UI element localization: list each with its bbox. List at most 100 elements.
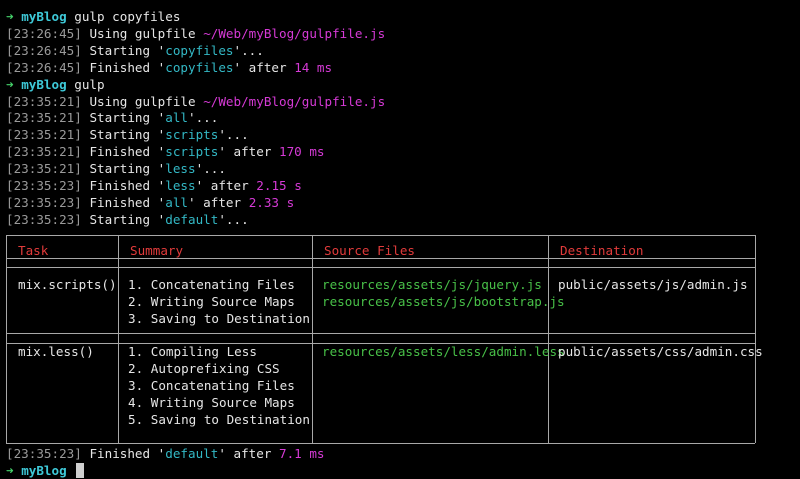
table-header-destination: Destination xyxy=(560,243,644,258)
table-source-file: resources/assets/js/bootstrap.js xyxy=(322,293,565,309)
log-line: [23:35:21] Finished 'scripts' after 170 … xyxy=(6,143,325,160)
prompt-directory: myBlog xyxy=(21,463,67,478)
table-header-source-files: Source Files xyxy=(324,243,415,258)
log-timestamp: 23:35:21 xyxy=(13,93,75,109)
log-value: 2.15 s xyxy=(256,178,302,193)
log-text: Finished ' xyxy=(81,446,166,461)
log-timestamp: 23:35:23 xyxy=(13,446,75,461)
table-source-file: resources/assets/js/jquery.js xyxy=(322,277,542,292)
log-text: Starting ' xyxy=(81,127,166,143)
log-timestamp: 23:35:21 xyxy=(13,127,75,143)
log-text: Starting ' xyxy=(81,110,166,126)
log-value: 2.33 s xyxy=(248,194,295,210)
log-text: '... xyxy=(233,42,264,58)
table-border xyxy=(118,235,119,443)
table-header-summary: Summary xyxy=(130,243,184,258)
log-line: [23:35:21] Using gulpfile ~/Web/myBlog/g… xyxy=(6,93,385,110)
timestamp-bracket: ] xyxy=(74,110,82,126)
prompt-line: ➜ myBlog gulp copyfiles xyxy=(6,8,180,25)
command-text: gulp copyfiles xyxy=(66,9,181,24)
table-summary-step: 3. Concatenating Files xyxy=(128,377,295,393)
log-timestamp: 23:35:23 xyxy=(13,194,75,210)
log-line: [23:35:23] Finished 'all' after 2.33 s xyxy=(6,194,294,211)
task-name: default xyxy=(165,211,219,227)
table-summary-step: 1. Concatenating Files xyxy=(128,277,295,292)
table-destination-cell: public/assets/css/admin.css xyxy=(558,344,763,359)
timestamp-bracket: [ xyxy=(6,127,14,143)
prompt-line: ➜ myBlog gulp xyxy=(6,76,105,93)
table-source-file: resources/assets/less/admin.less xyxy=(322,344,565,359)
log-line: [23:35:23] Finished 'less' after 2.15 s xyxy=(6,177,302,194)
log-text: Starting ' xyxy=(81,161,166,177)
terminal-window[interactable]: ➜ myBlog gulp copyfiles [23:26:45] Using … xyxy=(0,0,800,479)
prompt-directory: myBlog xyxy=(21,76,67,92)
timestamp-bracket: [ xyxy=(6,59,14,75)
table-task-cell: mix.scripts() xyxy=(18,277,117,292)
timestamp-bracket: ] xyxy=(74,144,82,160)
log-text: Starting ' xyxy=(81,42,166,58)
log-value: 14 ms xyxy=(294,59,333,75)
log-text: Finished ' xyxy=(81,194,166,210)
log-timestamp: 23:26:45 xyxy=(13,59,75,75)
prompt-directory: myBlog xyxy=(21,9,67,24)
timestamp-bracket: [ xyxy=(6,211,14,227)
timestamp-bracket: [ xyxy=(6,42,14,58)
log-timestamp: 23:35:21 xyxy=(13,161,75,177)
timestamp-bracket: ] xyxy=(74,446,82,461)
log-value: 7.1 ms xyxy=(279,446,325,461)
table-border xyxy=(6,235,7,443)
timestamp-bracket: [ xyxy=(6,144,14,160)
timestamp-bracket: ] xyxy=(74,211,82,227)
log-line: [23:35:23] Finished 'default' after 7.1 … xyxy=(6,445,325,462)
task-name: scripts xyxy=(165,144,219,160)
log-text: '... xyxy=(195,161,226,177)
table-border xyxy=(755,235,756,443)
timestamp-bracket: [ xyxy=(6,446,14,461)
log-line: [23:35:21] Starting 'all'... xyxy=(6,109,218,126)
log-text: Finished ' xyxy=(81,144,166,160)
log-timestamp: 23:26:45 xyxy=(13,25,75,41)
prompt-arrow-icon: ➜ xyxy=(6,76,14,92)
table-summary-step: 3. Saving to Destination xyxy=(128,310,310,326)
table-summary-step: 5. Saving to Destination xyxy=(128,411,310,427)
log-text: ' after xyxy=(218,446,280,461)
table-border xyxy=(6,443,755,444)
table-summary-step: 4. Writing Source Maps xyxy=(128,394,295,410)
timestamp-bracket: ] xyxy=(74,42,82,58)
log-text: ' after xyxy=(233,59,295,75)
task-name: copyfiles xyxy=(165,59,234,75)
log-value: 170 ms xyxy=(279,144,325,160)
timestamp-bracket: ] xyxy=(74,127,82,143)
task-name: less xyxy=(165,178,196,193)
log-timestamp: 23:35:23 xyxy=(13,178,75,193)
timestamp-bracket: [ xyxy=(6,110,14,126)
table-header-task: Task xyxy=(18,243,49,258)
task-name: copyfiles xyxy=(165,42,234,58)
log-text: '... xyxy=(218,211,249,227)
timestamp-bracket: [ xyxy=(6,25,14,41)
log-text: ' after xyxy=(195,178,257,193)
log-value: ~/Web/myBlog/gulpfile.js xyxy=(203,93,386,109)
task-name: less xyxy=(165,161,196,177)
timestamp-bracket: ] xyxy=(74,59,82,75)
timestamp-bracket: ] xyxy=(74,161,82,177)
log-text: Starting ' xyxy=(81,211,166,227)
log-text: Using gulpfile xyxy=(81,93,204,109)
table-border xyxy=(548,235,549,443)
timestamp-bracket: ] xyxy=(74,93,82,109)
log-timestamp: 23:26:45 xyxy=(13,42,75,58)
log-text: Finished ' xyxy=(81,178,166,193)
log-timestamp: 23:35:21 xyxy=(13,110,75,126)
log-line: [23:26:45] Using gulpfile ~/Web/myBlog/g… xyxy=(6,25,385,42)
table-summary-step: 1. Compiling Less xyxy=(128,344,257,359)
timestamp-bracket: [ xyxy=(6,178,14,193)
task-name: all xyxy=(165,194,189,210)
text-cursor[interactable] xyxy=(76,463,85,478)
log-line: [23:35:23] Starting 'default'... xyxy=(6,211,249,228)
log-text: ' after xyxy=(218,144,280,160)
task-name: default xyxy=(165,446,219,461)
command-text: gulp xyxy=(66,76,105,92)
timestamp-bracket: ] xyxy=(74,194,82,210)
task-name: scripts xyxy=(165,127,219,143)
log-text: '... xyxy=(218,127,249,143)
